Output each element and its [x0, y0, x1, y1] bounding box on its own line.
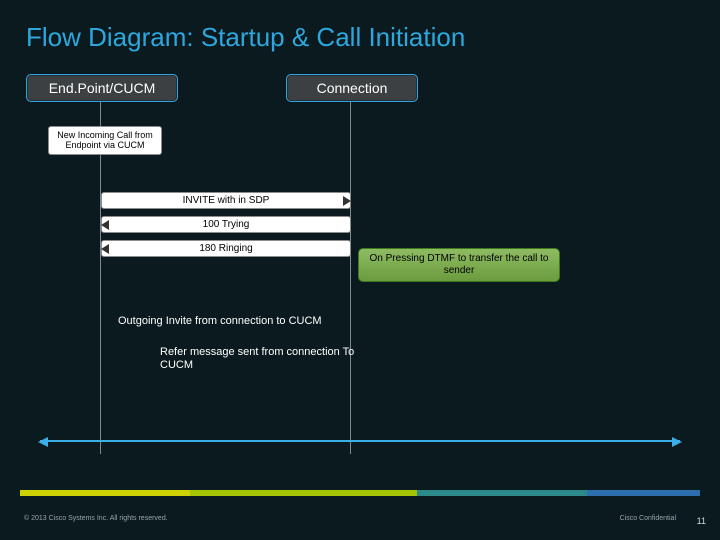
message-invite: INVITE with in SDP: [101, 192, 351, 209]
footer-confidential: Cisco Confidential: [620, 515, 676, 522]
message-invite-label: INVITE with in SDP: [183, 195, 270, 206]
note-dtmf-transfer: On Pressing DTMF to transfer the call to…: [358, 248, 560, 282]
label-refer-message: Refer message sent from connection To CU…: [160, 346, 380, 372]
double-arrow-icon: [40, 440, 680, 442]
message-100-trying: 100 Trying: [101, 216, 351, 233]
arrow-left-icon: [101, 220, 109, 230]
lifeline-endpoint: [100, 102, 101, 454]
lifeline-connection: [350, 102, 351, 454]
message-180-ringing: 180 Ringing: [101, 240, 351, 257]
participant-endpoint-cucm: End.Point/CUCM: [26, 74, 178, 102]
arrow-left-icon: [101, 244, 109, 254]
footer-copyright: © 2013 Cisco Systems Inc. All rights res…: [24, 515, 168, 522]
event-new-incoming-call: New Incoming Call from Endpoint via CUCM: [48, 126, 162, 155]
slide-title: Flow Diagram: Startup & Call Initiation: [26, 22, 465, 53]
footer-page-number: 11: [697, 516, 706, 526]
message-trying-label: 100 Trying: [203, 219, 250, 230]
footer-color-bar: [20, 490, 700, 496]
arrow-right-icon: [343, 196, 351, 206]
label-outgoing-invite: Outgoing Invite from connection to CUCM: [118, 315, 322, 327]
participant-connection: Connection: [286, 74, 418, 102]
message-ringing-label: 180 Ringing: [199, 243, 252, 254]
